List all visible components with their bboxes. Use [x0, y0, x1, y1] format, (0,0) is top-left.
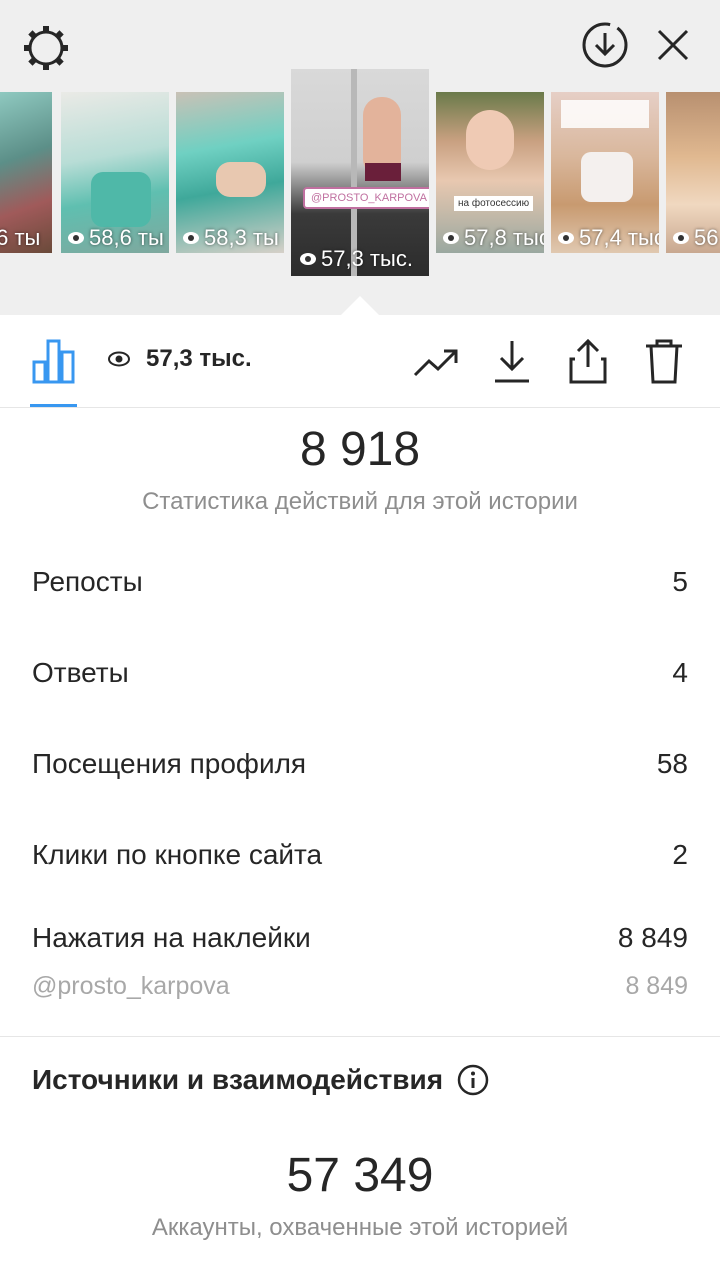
stat-value: 4 — [672, 657, 688, 688]
bar-chart-icon — [32, 339, 75, 384]
interactions-total: 8 918 — [299, 423, 421, 476]
story-toolbar: 57,3 тыс. — [0, 315, 720, 408]
stat-value: 5 — [672, 566, 688, 597]
stat-label: Посещения профиля — [32, 748, 307, 779]
story-tag: @PROSTO_KARPOVA — [303, 187, 429, 209]
stat-label: Репосты — [32, 566, 143, 597]
story-views: 57,3 тыс. — [321, 246, 413, 271]
tab-insights[interactable] — [28, 337, 80, 385]
info-icon — [457, 1064, 489, 1096]
trending-icon — [413, 349, 458, 377]
sticker-mention-value: 8 849 — [625, 972, 688, 1000]
download-button[interactable] — [488, 335, 536, 387]
story-tag: на фотосессию — [454, 196, 534, 211]
sticker-mention-label: @prosto_karpova — [32, 972, 230, 1000]
pole-shape — [351, 69, 357, 276]
views-value: 57,3 тыс. — [146, 345, 252, 372]
stat-value: 58 — [656, 748, 688, 779]
eye-icon — [68, 232, 84, 244]
story-thumbnail[interactable]: 57,4 тыс — [551, 92, 659, 253]
download-icon — [495, 341, 529, 383]
promote-button[interactable] — [410, 339, 462, 387]
eye-icon — [183, 232, 199, 244]
stat-row-reposts: Репосты 5 — [32, 566, 688, 598]
stat-label: Клики по кнопке сайта — [32, 839, 323, 870]
stat-row-sticker-mention: @prosto_karpova 8 849 — [32, 972, 688, 1001]
discovery-title: Источники и взаимодействия — [32, 1064, 444, 1095]
stat-value: 2 — [672, 839, 688, 870]
section-divider — [0, 1036, 720, 1037]
reach-caption: Аккаунты, охваченные этой историей — [151, 1214, 569, 1241]
eye-icon — [558, 232, 574, 244]
selection-pointer — [340, 296, 380, 316]
info-button[interactable] — [457, 1064, 489, 1096]
stat-row-replies: Ответы 4 — [32, 657, 688, 689]
story-views: 57,4 тыс — [579, 225, 659, 250]
story-thumbnails: ,6 ты 58,6 ты 58,3 ты @PROSTO_KARPOVA 57… — [0, 0, 720, 315]
eye-icon — [673, 232, 689, 244]
delete-button[interactable] — [640, 335, 688, 387]
stat-row-website-clicks: Клики по кнопке сайта 2 — [32, 839, 688, 871]
eye-icon — [300, 253, 316, 265]
reach-total: 57 349 — [286, 1149, 434, 1202]
story-thumbnail[interactable]: 56 — [666, 92, 720, 253]
story-thumbnail[interactable]: 58,6 ты — [61, 92, 169, 253]
eye-icon — [443, 232, 459, 244]
story-thumbnail-selected[interactable]: @PROSTO_KARPOVA 57,3 тыс. — [291, 69, 429, 276]
stat-value: 8 849 — [617, 922, 688, 953]
toy-shape — [91, 172, 151, 227]
share-button[interactable] — [564, 335, 612, 387]
stat-row-sticker-taps: Нажатия на наклейки 8 849 — [32, 922, 688, 954]
story-thumbnail[interactable]: на фотосессию 57,8 тыс — [436, 92, 544, 253]
story-thumbnail[interactable]: 58,3 ты — [176, 92, 284, 253]
face-shape — [466, 110, 514, 170]
story-thumbnail[interactable]: ,6 ты — [0, 92, 52, 253]
story-views: ,6 ты — [0, 225, 41, 250]
story-views: 56 — [694, 225, 719, 250]
story-views: 58,3 ты — [204, 225, 279, 250]
stat-row-profile-visits: Посещения профиля 58 — [32, 748, 688, 780]
trash-icon — [646, 339, 682, 384]
views-count: 57,3 тыс. — [108, 345, 252, 373]
story-strip-area: ,6 ты 58,6 ты 58,3 ты @PROSTO_KARPOVA 57… — [0, 0, 720, 316]
story-views: 58,6 ты — [89, 225, 164, 250]
hand-shape — [216, 162, 266, 197]
stat-label: Ответы — [32, 657, 129, 688]
discovery-section-header: Источники и взаимодействия — [32, 1064, 489, 1096]
share-icon — [569, 338, 607, 384]
story-views: 57,8 тыс — [464, 225, 544, 250]
bows-shape — [581, 152, 633, 202]
interactions-caption: Статистика действий для этой истории — [142, 488, 578, 515]
eye-icon — [108, 351, 130, 367]
text-overlay — [561, 100, 649, 128]
stat-label: Нажатия на наклейки — [32, 922, 311, 953]
active-tab-indicator — [30, 404, 77, 407]
clothing-shape — [365, 163, 401, 181]
